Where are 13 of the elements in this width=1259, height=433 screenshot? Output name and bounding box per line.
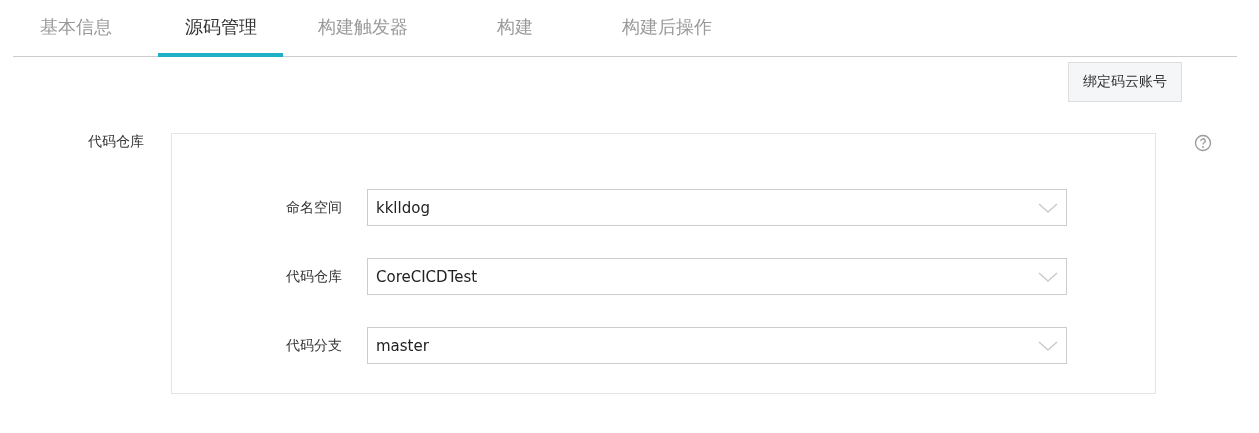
dropdown-field[interactable]: CoreCICDTest <box>367 258 1067 295</box>
help-icon[interactable] <box>1194 134 1212 152</box>
chevron-down-icon <box>1038 202 1058 213</box>
dropdown-field[interactable]: kklldog <box>367 189 1067 226</box>
chevron-down-icon <box>1038 271 1058 282</box>
tab[interactable]: 源码管理 <box>158 0 283 57</box>
field-label: 代码仓库 <box>285 267 343 286</box>
section-label: 代码仓库 <box>87 133 145 151</box>
field-label: 代码分支 <box>285 336 343 355</box>
chevron-down-icon <box>1038 340 1058 351</box>
field-label: 命名空间 <box>285 198 343 217</box>
bind-account-button[interactable]: 绑定码云账号 <box>1068 62 1182 102</box>
dropdown-field[interactable]: master <box>367 327 1067 364</box>
